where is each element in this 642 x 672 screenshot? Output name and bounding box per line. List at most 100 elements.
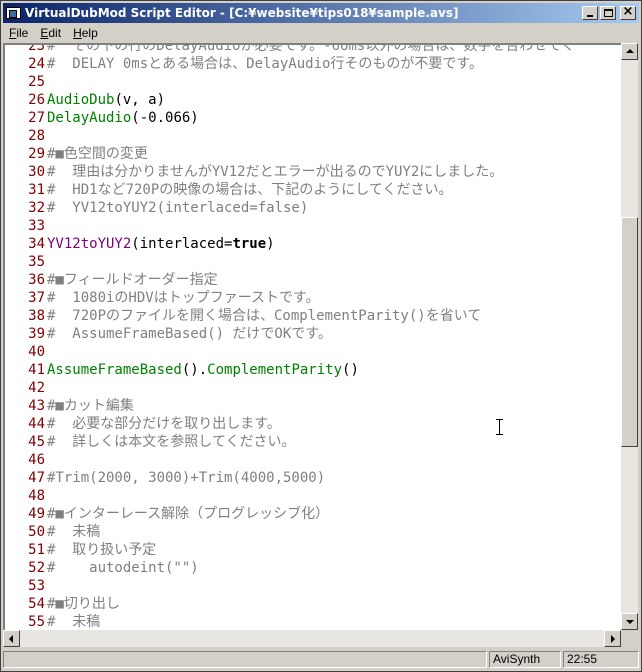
line-number: 37 [28, 290, 45, 306]
line-code: #■切り出し [45, 595, 120, 613]
line-number: 39 [28, 326, 45, 342]
code-token: #Trim(2000, 3000)+Trim(4000,5000) [47, 470, 326, 486]
maximize-button[interactable] [600, 6, 616, 20]
code-line[interactable]: 42 [5, 379, 621, 397]
arrow-up-icon [626, 49, 634, 53]
menu-edit[interactable]: Edit [34, 26, 67, 40]
vertical-scrollbar[interactable] [621, 43, 638, 630]
line-code: # 720Pのファイルを開く場合は、ComplementParity()を省いて [45, 307, 481, 325]
code-line[interactable]: 33 [5, 217, 621, 235]
script-editor[interactable]: 23 # その下の行のDelayAudioが必要です。-66ms以外の場合は、数字… [3, 43, 621, 630]
code-token: # 未稿 [47, 524, 101, 540]
code-token: # DELAY 0msとある場合は、DelayAudio行そのものが不要です。 [47, 56, 484, 72]
code-line[interactable]: 45 # 詳しくは本文を参照してください。 [5, 433, 621, 451]
code-token: DelayAudio [47, 110, 132, 126]
code-line[interactable]: 44 # 必要な部分だけを取り出します。 [5, 415, 621, 433]
code-line[interactable]: 48 [5, 487, 621, 505]
line-number: 28 [28, 128, 45, 144]
code-line[interactable]: 35 [5, 253, 621, 271]
code-token: # YV12toYUY2(interlaced=false) [47, 200, 309, 216]
line-number: 41 [28, 362, 45, 378]
code-line[interactable]: 25 [5, 73, 621, 91]
scroll-left-button[interactable] [3, 630, 20, 647]
scrollbar-corner [621, 630, 638, 647]
app-icon[interactable] [5, 5, 21, 21]
scroll-right-button[interactable] [604, 630, 621, 647]
code-line[interactable]: 40 [5, 343, 621, 361]
line-number: 52 [28, 560, 45, 576]
line-code: # 理由は分かりませんがYV12だとエラーが出るのでYUY2にしました。 [45, 163, 503, 181]
menu-help[interactable]: Help [67, 26, 104, 40]
line-number: 55 [28, 614, 45, 630]
line-number: 40 [28, 344, 45, 360]
line-code: # 未稿 [45, 613, 100, 630]
line-number: 47 [28, 470, 45, 486]
code-line[interactable]: 36 #■フィールドオーダー指定 [5, 271, 621, 289]
title-bar[interactable]: VirtualDubMod Script Editor - [C:¥websit… [3, 3, 639, 23]
vertical-scroll-thumb[interactable] [621, 217, 638, 447]
code-line[interactable]: 50 # 未稿 [5, 523, 621, 541]
code-token: # 未稿 [47, 614, 101, 630]
code-line[interactable]: 31 # HD1など720Pの映像の場合は、下記のようにしてください。 [5, 181, 621, 199]
code-line[interactable]: 52 # autodeint("") [5, 559, 621, 577]
code-token: # 720Pのファイルを開く場合は、ComplementParity()を省いて [47, 308, 482, 324]
code-line[interactable]: 28 [5, 127, 621, 145]
code-token: (v, a) [114, 92, 166, 108]
code-line[interactable]: 53 [5, 577, 621, 595]
code-token: (interlaced= [131, 236, 233, 252]
horizontal-scrollbar[interactable] [3, 630, 621, 647]
line-number: 29 [28, 146, 45, 162]
code-line[interactable]: 34 YV12toYUY2(interlaced=true) [5, 235, 621, 253]
code-line[interactable]: 51 # 取り扱い予定 [5, 541, 621, 559]
scroll-up-button[interactable] [621, 43, 638, 60]
line-code: # 詳しくは本文を参照してください。 [45, 433, 295, 451]
line-code: # YV12toYUY2(interlaced=false) [45, 199, 308, 217]
line-number: 43 [28, 398, 45, 414]
line-number: 25 [28, 74, 45, 90]
close-icon: × [622, 4, 634, 19]
line-code: # その下の行のDelayAudioが必要です。-66ms以外の場合は、数字を合… [45, 43, 575, 55]
code-line[interactable]: 27 DelayAudio(-0.066) [5, 109, 621, 127]
code-line[interactable]: 47 #Trim(2000, 3000)+Trim(4000,5000) [5, 469, 621, 487]
line-code: AudioDub(v, a) [45, 91, 165, 109]
line-code: AssumeFrameBased().ComplementParity() [45, 361, 359, 379]
code-line[interactable]: 24 # DELAY 0msとある場合は、DelayAudio行そのものが不要です… [5, 55, 621, 73]
close-button[interactable]: × [620, 4, 636, 20]
code-line[interactable]: 55 # 未稿 [5, 613, 621, 630]
code-line[interactable]: 37 # 1080iのHDVはトップファーストです。 [5, 289, 621, 307]
code-line[interactable]: 26 AudioDub(v, a) [5, 91, 621, 109]
line-number: 44 [28, 416, 45, 432]
code-line[interactable]: 29 #■色空間の変更 [5, 145, 621, 163]
code-token: # その下の行のDelayAudioが必要です。-66ms以外の場合は、数字を合… [47, 43, 575, 54]
status-time: 22:55 [563, 651, 639, 668]
code-line[interactable]: 30 # 理由は分かりませんがYV12だとエラーが出るのでYUY2にしました。 [5, 163, 621, 181]
line-number: 34 [28, 236, 45, 252]
minimize-button[interactable] [582, 6, 598, 20]
code-line[interactable]: 49 #■インターレース解除（プログレッシブ化） [5, 505, 621, 523]
line-code: #Trim(2000, 3000)+Trim(4000,5000) [45, 469, 325, 487]
code-line[interactable]: 23 # その下の行のDelayAudioが必要です。-66ms以外の場合は、数字… [5, 43, 621, 55]
text-cursor-icon [496, 419, 503, 435]
code-line[interactable]: 39 # AssumeFrameBased() だけでOKです。 [5, 325, 621, 343]
line-number: 33 [28, 218, 45, 234]
code-line[interactable]: 46 [5, 451, 621, 469]
editor-window: VirtualDubMod Script Editor - [C:¥websit… [0, 0, 642, 672]
menu-help-label: elp [81, 26, 98, 40]
code-line[interactable]: 38 # 720Pのファイルを開く場合は、ComplementParity()を省… [5, 307, 621, 325]
line-number: 38 [28, 308, 45, 324]
code-line[interactable]: 54 #■切り出し [5, 595, 621, 613]
code-line[interactable]: 43 #■カット編集 [5, 397, 621, 415]
menu-bar: File Edit Help [3, 24, 639, 42]
code-token: # 理由は分かりませんがYV12だとエラーが出るのでYUY2にしました。 [47, 164, 504, 180]
code-token: # 詳しくは本文を参照してください。 [47, 434, 296, 450]
line-number: 54 [28, 596, 45, 612]
window-title: VirtualDubMod Script Editor - [C:¥websit… [25, 6, 459, 20]
code-token: #■カット編集 [47, 398, 134, 414]
code-line[interactable]: 32 # YV12toYUY2(interlaced=false) [5, 199, 621, 217]
code-line[interactable]: 41 AssumeFrameBased().ComplementParity() [5, 361, 621, 379]
menu-edit-label: dit [48, 26, 62, 40]
code-token: #■インターレース解除（プログレッシブ化） [47, 506, 330, 522]
menu-file[interactable]: File [3, 26, 34, 40]
scroll-down-button[interactable] [621, 613, 638, 630]
code-token: # 取り扱い予定 [47, 542, 157, 558]
